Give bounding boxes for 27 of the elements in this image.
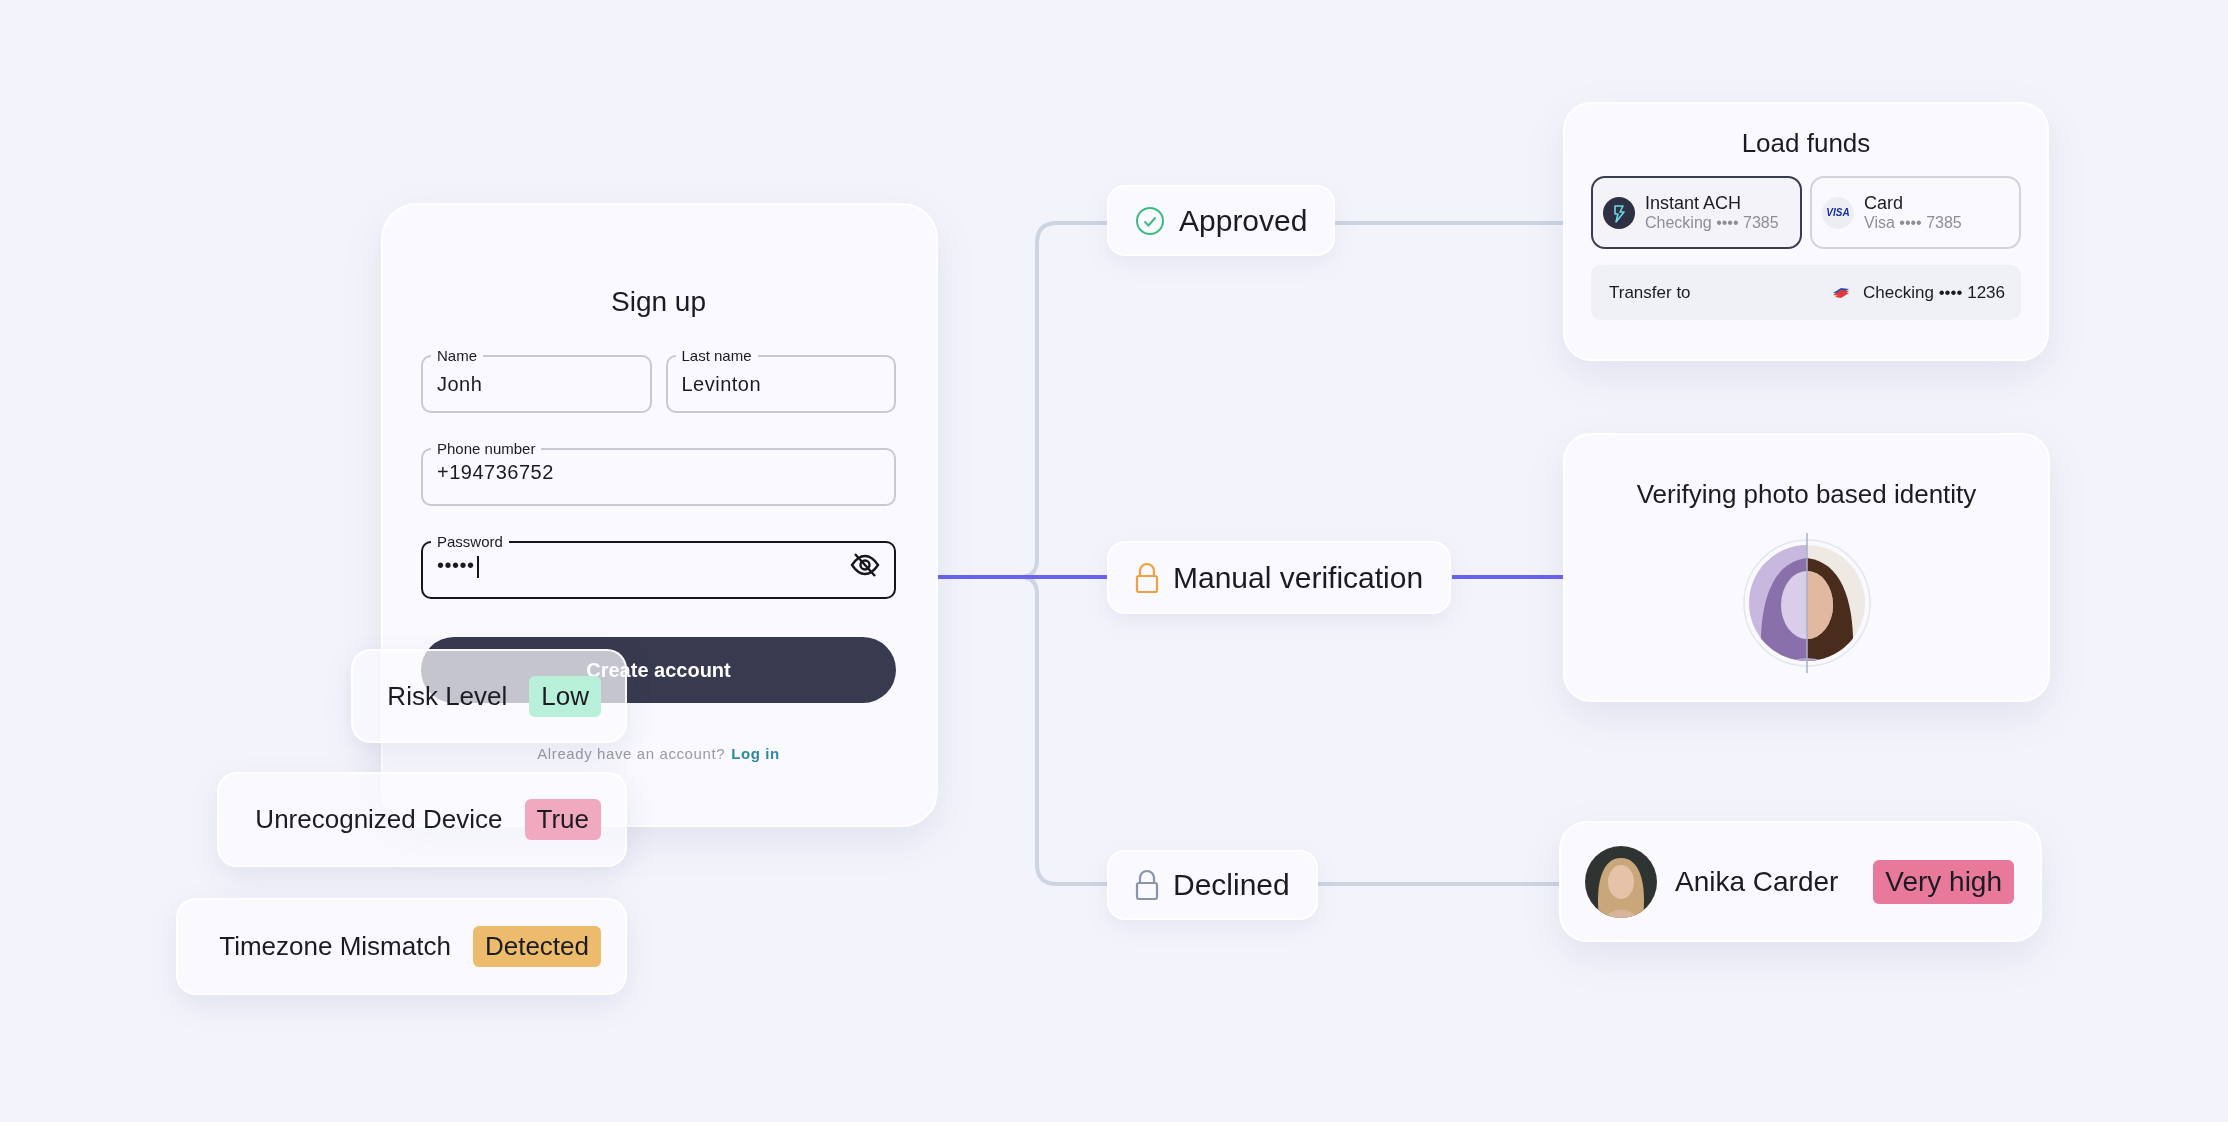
check-circle-icon [1135,205,1165,236]
footer-text: Already have an account? [537,745,726,762]
lock-icon [1135,561,1159,594]
signal-value: Detected [472,926,601,967]
password-field[interactable]: Password ••••• [421,533,896,599]
signal-value: True [524,799,601,840]
outcome-label: Approved [1179,203,1308,238]
signal-label: Timezone Mismatch [219,931,451,962]
signal-label: Unrecognized Device [255,804,503,835]
card-title: Load funds [1740,127,1872,160]
visa-logo: VISA [1822,196,1854,229]
form-title: Sign up [611,285,706,319]
payment-option[interactable]: VISA Card Visa •••• 7385 [1810,176,2021,249]
transfer-label: Transfer to [1609,282,1692,303]
outcome-label: Declined [1173,868,1290,902]
risk-badge: Very high [1873,859,2014,904]
applicant-name: Anika Carder [1675,865,1840,898]
lightning-icon [1603,196,1635,229]
login-link[interactable]: Log in [731,745,780,762]
lock-icon [1135,869,1159,901]
payment-option[interactable]: Instant ACH Checking •••• 7385 [1591,176,1802,249]
transfer-account: Checking •••• 1236 [1863,282,2005,303]
card-title: Verifying photo based identity [1636,478,1977,511]
text-field[interactable]: Phone number +194736752 [421,440,896,506]
eye-off-icon[interactable] [850,552,880,578]
signal-value: Low [529,675,601,717]
outcome-label: Manual verification [1173,560,1424,595]
